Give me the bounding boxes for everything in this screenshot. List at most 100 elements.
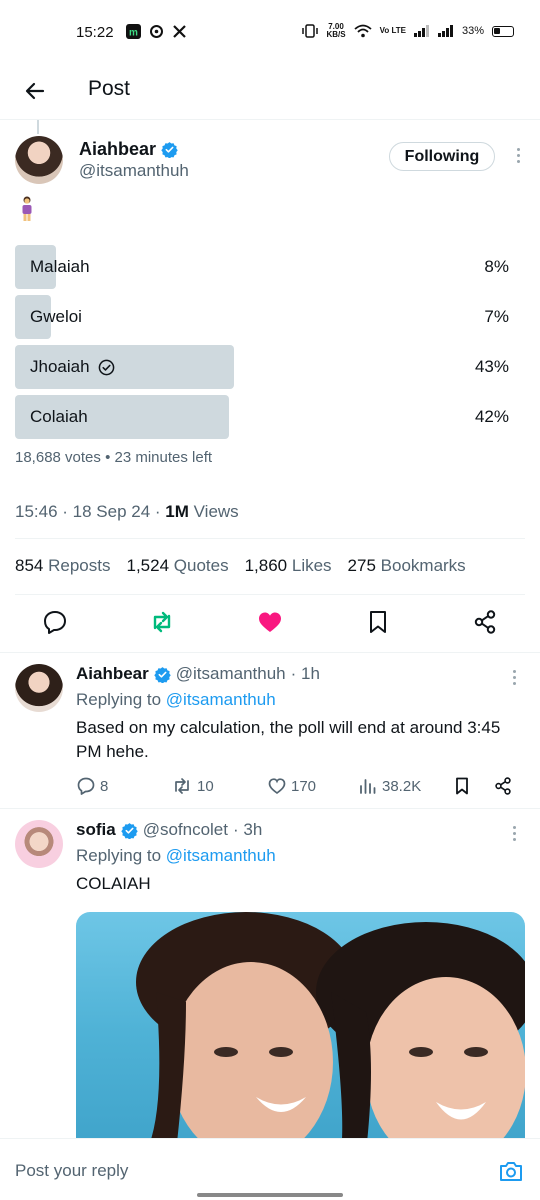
wifi-icon (354, 24, 372, 38)
poll-option-percent: 42% (474, 407, 509, 426)
reposts-stat[interactable]: 854 Reposts (15, 556, 110, 576)
camera-icon[interactable] (498, 1159, 524, 1183)
quotes-stat[interactable]: 1,524 Quotes (126, 556, 228, 576)
poll-label-text: Malaiah (30, 257, 90, 276)
vibrate-icon (302, 24, 319, 38)
back-button[interactable] (18, 74, 52, 108)
tweet-date: 18 Sep 24 (72, 502, 151, 521)
arrow-left-icon (25, 82, 45, 100)
author-name: Aiahbear (79, 139, 157, 159)
bookmark-icon[interactable] (452, 776, 472, 796)
author-avatar[interactable] (15, 136, 63, 184)
reply-actions: 8 10 170 38.2K (76, 776, 526, 800)
poll-option-label: Jhoaiah (30, 357, 115, 377)
bookmarks-stat[interactable]: 275 Bookmarks (348, 556, 466, 576)
status-app-icons: m (126, 24, 187, 39)
replying-prefix: Replying to (76, 846, 162, 865)
reply-item[interactable]: sofia @sofncolet · 3h Replying to @itsam… (0, 820, 540, 1152)
speed-unit: KB/S (326, 30, 346, 39)
reply-like-button[interactable]: 170 (267, 776, 316, 796)
reply-author-name[interactable]: Aiahbear (76, 664, 149, 684)
engagement-stats: 854 Reposts 1,524 Quotes 1,860 Likes 275… (15, 556, 466, 576)
reply-item[interactable]: Aiahbear @itsamanthuh · 1h Replying to @… (0, 664, 540, 810)
separator (0, 652, 540, 653)
quotes-label: Quotes (173, 556, 229, 575)
bookmark-icon[interactable] (364, 608, 392, 636)
reply-count: 8 (100, 777, 109, 795)
poll-option: Malaiah 8% (15, 245, 525, 289)
poll-label-text: Colaiah (30, 407, 88, 426)
home-indicator[interactable] (197, 1193, 343, 1197)
reply-composer-bar: Post your reply (0, 1138, 540, 1200)
repost-icon (175, 778, 189, 794)
reply-header: Aiahbear @itsamanthuh · 1h (76, 664, 320, 684)
repost-icon[interactable] (148, 608, 176, 636)
reply-media-image[interactable] (76, 912, 525, 1152)
likes-count: 1,860 (244, 556, 288, 575)
heart-icon (268, 778, 286, 795)
poll-option-label: Gweloi (30, 307, 82, 327)
reply-text: Based on my calculation, the poll will e… (76, 718, 501, 761)
reply-handle: @itsamanthuh (175, 664, 286, 683)
poll-option: Colaiah 42% (15, 395, 525, 439)
reply-input[interactable]: Post your reply (15, 1161, 128, 1181)
check-circle-icon (98, 359, 114, 375)
thread-line (37, 120, 39, 134)
tweet-time: 15:46 (15, 502, 58, 521)
reposts-count: 854 (15, 556, 44, 575)
poll-label-text: Gweloi (30, 307, 82, 326)
poll-option-label: Malaiah (30, 257, 90, 277)
battery-icon (492, 25, 514, 37)
reply-avatar[interactable] (15, 820, 63, 868)
tweet-timestamp: 15:46 · 18 Sep 24 · 1M Views (15, 502, 239, 521)
reply-comment-button[interactable]: 8 (76, 776, 108, 796)
replying-to-mention[interactable]: @itsamanthuh (166, 690, 276, 709)
reply-handle: @sofncolet (142, 820, 228, 839)
following-button[interactable]: Following (389, 142, 495, 171)
share-icon[interactable] (493, 776, 513, 796)
reply-time: · 3h (233, 820, 263, 839)
status-indicators: 7.00 KB/S Vo LTE 33% (302, 23, 514, 39)
more-options-button[interactable] (514, 148, 522, 166)
bookmarks-count: 275 (347, 556, 376, 575)
reply-text: COLAIAH (76, 874, 151, 893)
tweet-actions (0, 608, 540, 640)
verified-badge-icon (120, 822, 138, 839)
like-count: 170 (291, 777, 317, 795)
like-heart-icon[interactable] (256, 608, 284, 636)
reply-views-button[interactable]: 38.2K (358, 776, 421, 796)
views-count: 1M (165, 502, 189, 521)
reply-repost-button[interactable]: 10 (171, 776, 214, 796)
replying-prefix: Replying to (76, 690, 162, 709)
likes-label: Likes (291, 556, 332, 575)
reply-author-name[interactable]: sofia (76, 820, 116, 840)
status-bar: 15:22 m 7.00 KB/S Vo LTE 33% (0, 0, 540, 66)
reply-time: · 1h (290, 664, 320, 683)
views-chart-icon (360, 779, 376, 794)
author-handle[interactable]: @itsamanthuh (79, 161, 189, 181)
poll-option: Gweloi 7% (15, 295, 525, 339)
divider (15, 594, 525, 595)
reposts-label: Reposts (48, 556, 111, 575)
page-title: Post (88, 77, 131, 100)
author-name-row[interactable]: Aiahbear (79, 139, 178, 160)
reply-icon[interactable] (41, 608, 69, 636)
reply-header: sofia @sofncolet · 3h (76, 820, 262, 840)
repost-count: 10 (197, 777, 214, 795)
bookmarks-label: Bookmarks (380, 556, 466, 575)
reply-avatar[interactable] (15, 664, 63, 712)
network-speed: 7.00 KB/S (326, 23, 345, 39)
likes-stat[interactable]: 1,860 Likes (245, 556, 332, 576)
reply-more-button[interactable] (510, 826, 518, 844)
replying-to-mention[interactable]: @itsamanthuh (166, 846, 276, 865)
person-standing-emoji-icon (22, 196, 32, 221)
quotes-count: 1,524 (126, 556, 170, 575)
signal-icon (413, 25, 429, 37)
poll-option-label: Colaiah (30, 407, 88, 427)
signal-icon-2 (437, 25, 453, 37)
battery-percent: 33% (461, 25, 484, 37)
app-notification-icon: m (126, 24, 141, 39)
share-icon[interactable] (471, 608, 499, 636)
reply-more-button[interactable] (510, 670, 518, 688)
separator (0, 808, 540, 809)
